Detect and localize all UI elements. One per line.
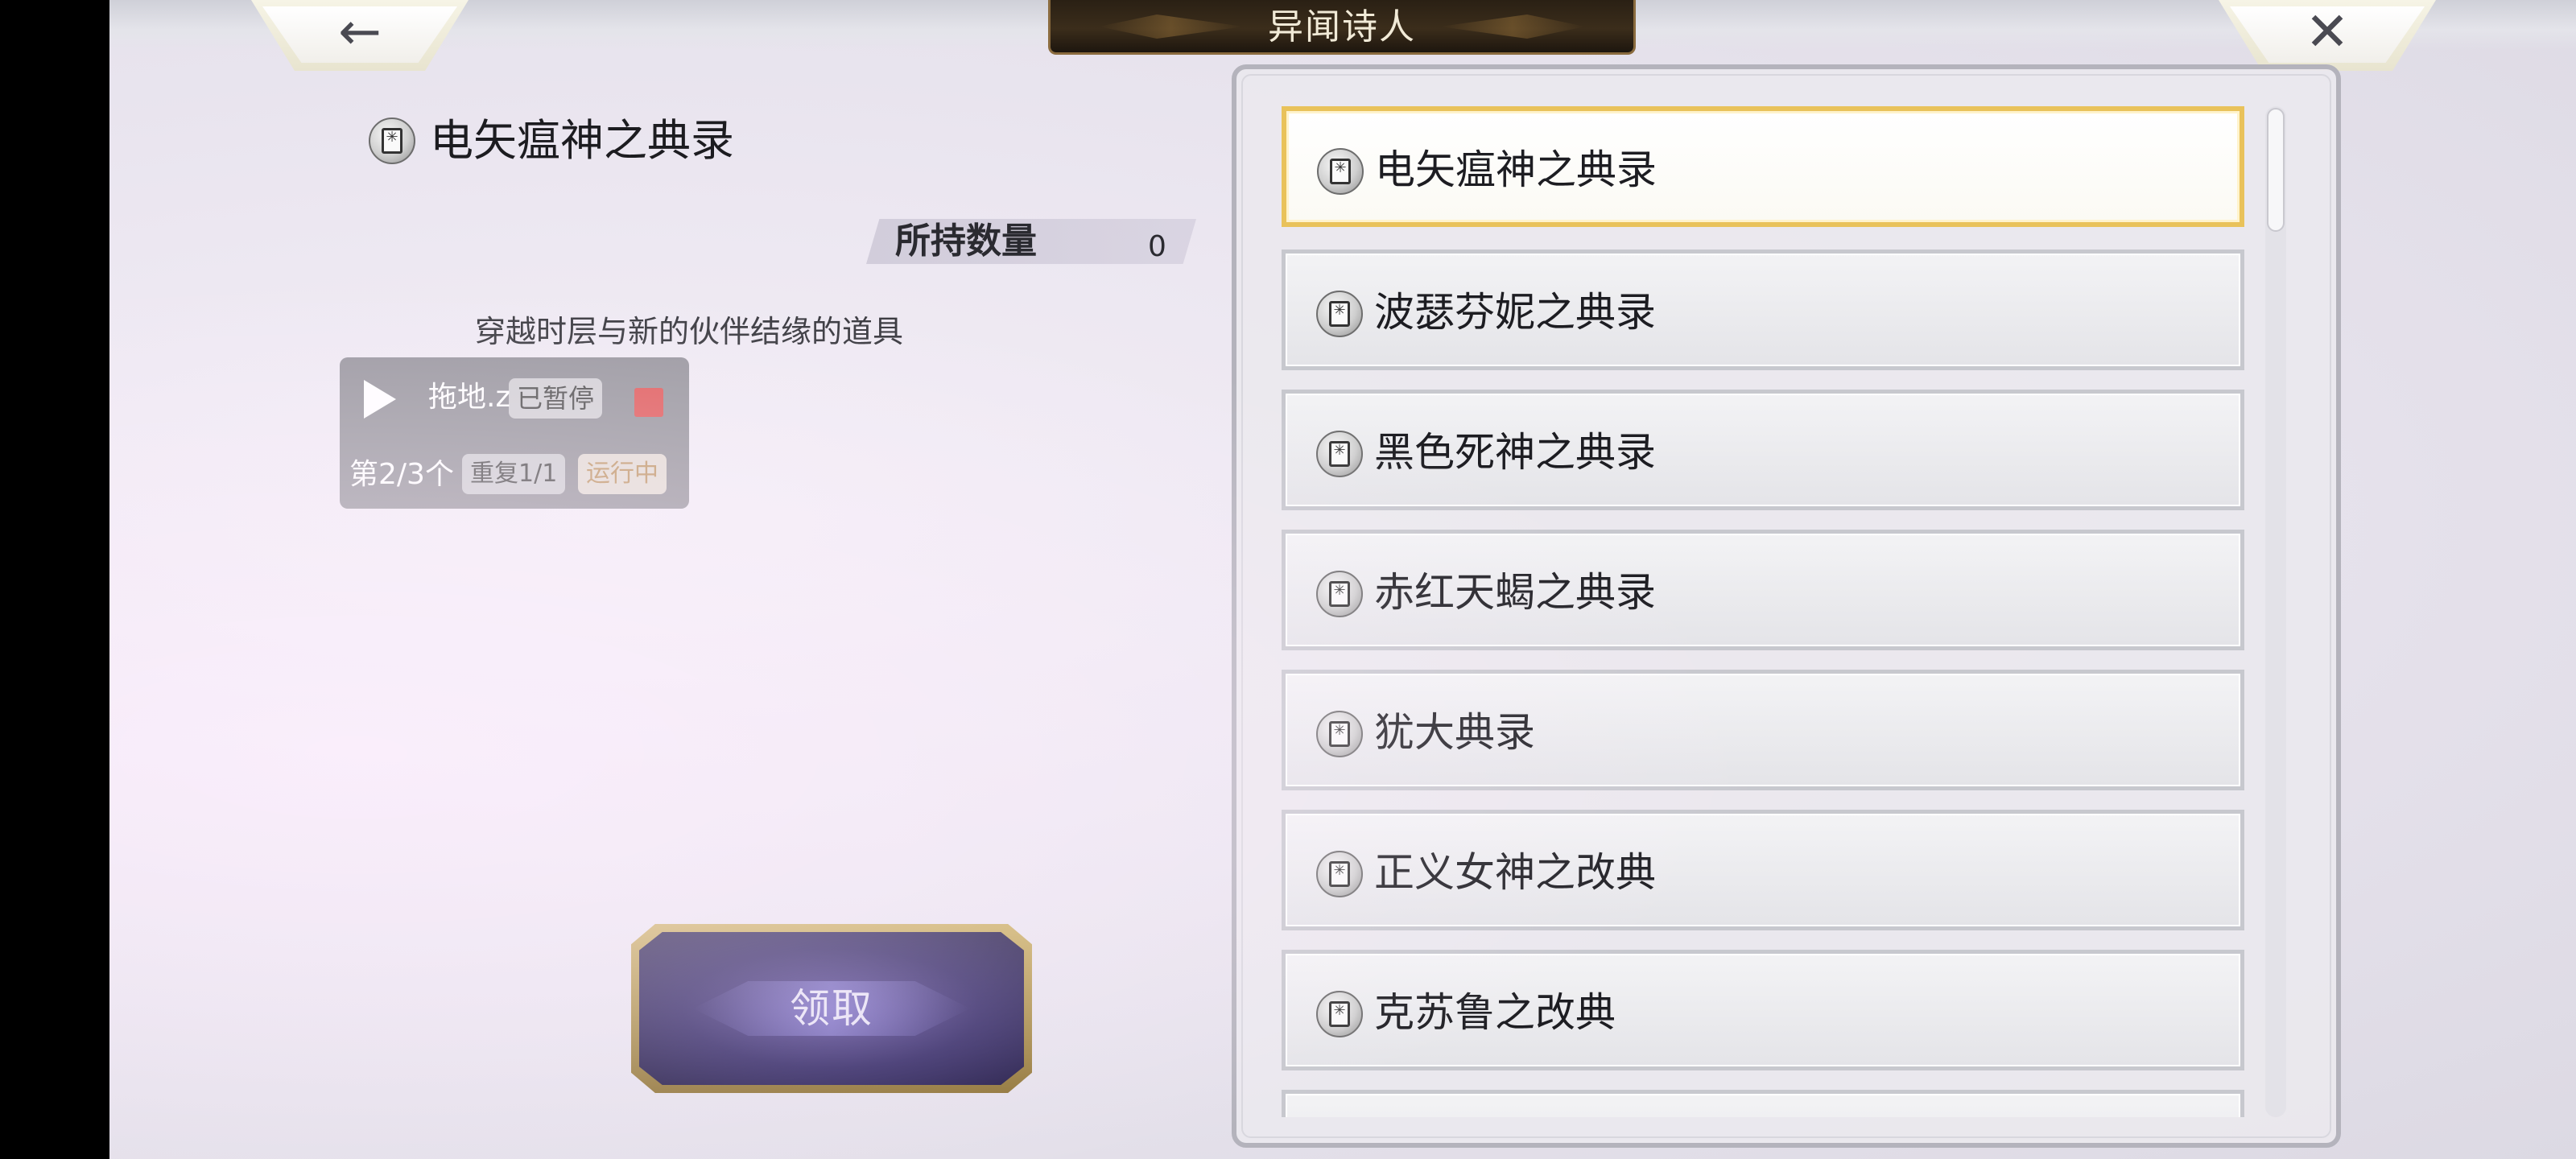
paused-badge: 已暂停: [509, 378, 603, 419]
page-title: 异闻诗人: [1268, 6, 1416, 47]
scrollbar-track[interactable]: [2265, 106, 2286, 1117]
item-description: 穿越时层与新的伙伴结缘的道具: [475, 314, 904, 349]
list-item[interactable]: 正义女神之改典: [1282, 810, 2244, 930]
quantity-value: 0: [1148, 230, 1166, 263]
item-list: 电矢瘟神之典录 波瑟芬妮之典录 黑色死神之典录 赤红天蝎之典录 犹大典录: [1282, 106, 2244, 1117]
list-item[interactable]: [1282, 1090, 2244, 1117]
list-item-label: 克苏鲁之改典: [1374, 989, 1616, 1036]
list-item-label: 电矢瘟神之典录: [1375, 146, 1657, 193]
back-button[interactable]: ←: [251, 0, 469, 71]
list-item-label: 赤红天蝎之典录: [1374, 569, 1656, 616]
back-arrow-icon: ←: [338, 2, 382, 62]
quantity-label: 所持数量: [895, 221, 1037, 262]
close-button[interactable]: ✕: [2219, 0, 2436, 71]
book-icon: [1316, 851, 1363, 897]
book-icon: [1316, 571, 1363, 617]
list-item[interactable]: 电矢瘟神之典录: [1282, 106, 2244, 227]
script-name: 拖地.z: [428, 381, 511, 414]
repeat-badge: 重复1/1: [462, 454, 566, 494]
list-item-label: 波瑟芬妮之典录: [1374, 289, 1656, 336]
claim-button-label: 领取: [790, 985, 873, 1032]
title-plate: 异闻诗人: [1048, 0, 1636, 55]
play-icon[interactable]: [364, 380, 396, 419]
macro-overlay[interactable]: 拖地.z 已暂停 第2/3个 重复1/1 运行中: [340, 357, 689, 509]
book-icon: [1316, 711, 1363, 757]
item-detail-title: 电矢瘟神之典录: [430, 115, 734, 166]
progress-text: 第2/3个: [349, 458, 454, 491]
screen: ← 异闻诗人 ✕ 电矢瘟神之典录 所持数量 0 穿越时层与新的伙伴结缘的道具 拖…: [0, 0, 2576, 1159]
list-item-label: 黑色死神之典录: [1374, 429, 1656, 476]
book-icon: [1317, 148, 1364, 195]
running-badge: 运行中: [578, 454, 667, 494]
list-item-label: 犹大典录: [1374, 709, 1535, 756]
claim-button[interactable]: 领取: [631, 924, 1032, 1093]
book-icon: [1316, 291, 1363, 337]
list-item[interactable]: 黑色死神之典录: [1282, 390, 2244, 510]
stop-icon[interactable]: [634, 388, 663, 417]
book-icon: [1316, 431, 1363, 477]
list-item[interactable]: 犹大典录: [1282, 670, 2244, 790]
list-item[interactable]: 赤红天蝎之典录: [1282, 530, 2244, 650]
game-view: ← 异闻诗人 ✕ 电矢瘟神之典录 所持数量 0 穿越时层与新的伙伴结缘的道具 拖…: [109, 0, 2576, 1159]
item-list-panel: 电矢瘟神之典录 波瑟芬妮之典录 黑色死神之典录 赤红天蝎之典录 犹大典录: [1232, 64, 2341, 1148]
list-item[interactable]: 克苏鲁之改典: [1282, 950, 2244, 1070]
letterbox-left: [0, 0, 109, 1159]
close-x-icon: ✕: [2305, 1, 2350, 63]
book-icon: [369, 118, 415, 164]
book-icon: [1316, 991, 1363, 1037]
scrollbar-thumb[interactable]: [2267, 108, 2285, 232]
list-item[interactable]: 波瑟芬妮之典录: [1282, 250, 2244, 370]
list-item-label: 正义女神之改典: [1374, 849, 1656, 896]
